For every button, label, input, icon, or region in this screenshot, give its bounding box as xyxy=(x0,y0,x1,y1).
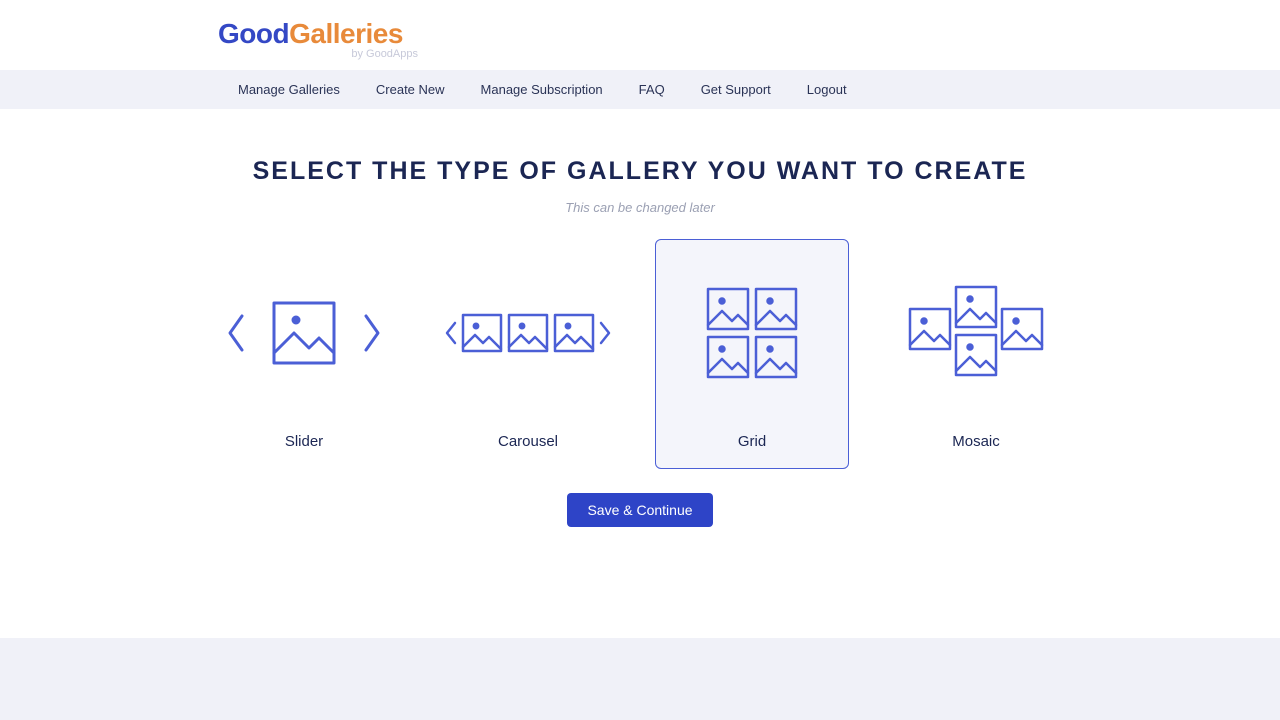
page-title: Select the type of gallery you want to c… xyxy=(0,157,1280,186)
main-content: Select the type of gallery you want to c… xyxy=(0,109,1280,527)
page-subtitle: This can be changed later xyxy=(0,200,1280,215)
navbar: Manage Galleries Create New Manage Subsc… xyxy=(0,70,1280,109)
option-grid-label: Grid xyxy=(738,433,766,450)
option-slider-label: Slider xyxy=(285,433,323,450)
nav-manage-subscription[interactable]: Manage Subscription xyxy=(481,82,603,97)
logo: GoodGalleries xyxy=(218,18,1280,50)
option-carousel-label: Carousel xyxy=(498,433,558,450)
option-mosaic-label: Mosaic xyxy=(952,433,1000,450)
mosaic-icon xyxy=(906,283,1046,383)
nav-manage-galleries[interactable]: Manage Galleries xyxy=(238,82,340,97)
nav-logout[interactable]: Logout xyxy=(807,82,847,97)
option-carousel[interactable]: Carousel xyxy=(431,239,625,469)
slider-icon xyxy=(224,283,384,383)
save-continue-button[interactable]: Save & Continue xyxy=(567,493,712,527)
header: GoodGalleries by GoodApps xyxy=(0,0,1280,70)
nav-faq[interactable]: FAQ xyxy=(639,82,665,97)
grid-icon xyxy=(702,283,802,383)
gallery-type-options: Slider xyxy=(0,239,1280,469)
logo-part1: Good xyxy=(218,18,289,49)
carousel-icon xyxy=(443,283,613,383)
footer xyxy=(0,638,1280,720)
nav-get-support[interactable]: Get Support xyxy=(701,82,771,97)
option-slider[interactable]: Slider xyxy=(207,239,401,469)
nav-create-new[interactable]: Create New xyxy=(376,82,445,97)
option-grid[interactable]: Grid xyxy=(655,239,849,469)
logo-part2: Galleries xyxy=(289,18,403,49)
option-mosaic[interactable]: Mosaic xyxy=(879,239,1073,469)
